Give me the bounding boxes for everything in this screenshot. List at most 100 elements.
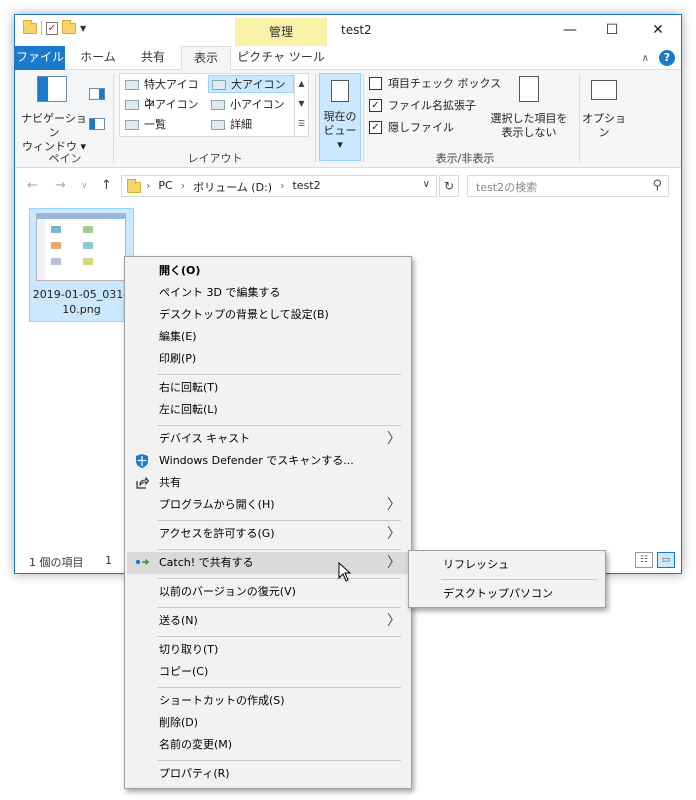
tab-home[interactable]: ホーム: [71, 46, 125, 70]
layout-small-icons[interactable]: 小アイコン: [208, 96, 294, 114]
up-arrow-icon[interactable]: ↑: [101, 178, 112, 193]
menu-item-send-to[interactable]: 送る(N) 〉: [127, 610, 409, 632]
search-placeholder: test2の検索: [476, 181, 538, 194]
layout-medium-icons[interactable]: 中アイコン: [122, 96, 208, 114]
back-arrow-icon[interactable]: ←: [27, 178, 38, 193]
address-row: ← → ∨ ↑ › PC › ボリューム (D:) › test2 ∨ ↻ te…: [15, 168, 681, 206]
image-thumbnail: [36, 213, 126, 281]
close-button[interactable]: ✕: [635, 15, 681, 46]
menu-item-share[interactable]: 共有: [127, 472, 409, 494]
group-separator: [315, 74, 316, 162]
minimize-button[interactable]: —: [547, 15, 593, 46]
address-bar[interactable]: › PC › ボリューム (D:) › test2 ∨: [121, 175, 437, 197]
windows-defender-icon: [135, 454, 149, 468]
menu-item-properties[interactable]: プロパティ(R): [127, 763, 409, 785]
menu-separator: [157, 520, 401, 521]
menu-separator: [157, 374, 401, 375]
menu-separator: [441, 579, 597, 580]
submenu-item-desktop-pc[interactable]: デスクトップパソコン: [411, 583, 603, 605]
menu-separator: [157, 578, 401, 579]
tab-file[interactable]: ファイル: [15, 46, 65, 70]
navigation-pane-button[interactable]: ナビゲーション ウィンドウ ▾: [19, 112, 89, 154]
layout-list[interactable]: 一覧: [122, 116, 208, 134]
current-view-button[interactable]: 現在の ビュー ▾: [319, 73, 361, 161]
folder-icon: [23, 19, 37, 34]
context-tab-manage[interactable]: 管理: [235, 18, 327, 46]
item-checkboxes-toggle[interactable]: 項目チェック ボックス: [369, 74, 501, 92]
menu-item-open[interactable]: 開く(O): [127, 260, 409, 282]
menu-item-rename[interactable]: 名前の変更(M): [127, 734, 409, 756]
forward-arrow-icon[interactable]: →: [55, 178, 66, 193]
options-button[interactable]: オプション: [581, 112, 627, 140]
file-name: 2019-01-05_0314 10.png: [32, 288, 131, 316]
search-icon: ⚲: [652, 178, 662, 193]
address-dropdown-icon[interactable]: ∨: [423, 179, 430, 190]
customize-qat-icon[interactable]: ▼: [80, 24, 86, 33]
layout-gallery-scroll[interactable]: ▲ ▼ ☰: [294, 74, 308, 136]
catch-share-icon: [135, 555, 150, 569]
catch-share-submenu: リフレッシュ デスクトップパソコン: [408, 550, 606, 608]
menu-item-print[interactable]: 印刷(P): [127, 348, 409, 370]
mouse-cursor-icon: [338, 561, 352, 585]
refresh-button[interactable]: ↻: [439, 175, 459, 197]
group-separator: [113, 74, 114, 162]
menu-item-set-background[interactable]: デスクトップの背景として設定(B): [127, 304, 409, 326]
details-view-button[interactable]: ☷: [635, 552, 653, 568]
submenu-item-refresh[interactable]: リフレッシュ: [411, 554, 603, 576]
menu-item-catch-share[interactable]: Catch! で共有する 〉: [127, 552, 409, 574]
tab-share[interactable]: 共有: [129, 46, 177, 70]
layout-extra-large-icons[interactable]: 特大アイコン: [122, 76, 208, 109]
context-menu: 開く(O) ペイント 3D で編集する デスクトップの背景として設定(B) 編集…: [124, 256, 412, 789]
menu-separator: [157, 549, 401, 550]
folder-icon: [127, 179, 141, 193]
ribbon-tabs: ファイル ホーム 共有 表示 ピクチャ ツール ∧ ?: [15, 46, 681, 71]
layout-large-icons[interactable]: 大アイコン: [208, 75, 294, 93]
menu-item-create-shortcut[interactable]: ショートカットの作成(S): [127, 690, 409, 712]
menu-item-cast-to-device[interactable]: デバイス キャスト〉: [127, 428, 409, 450]
hidden-items-toggle[interactable]: ✓ 隠しファイル: [369, 118, 454, 136]
search-input[interactable]: test2の検索 ⚲: [467, 175, 669, 197]
large-icons-icon: [212, 80, 226, 90]
preview-pane-icon[interactable]: [89, 88, 105, 100]
checkbox-checked[interactable]: ✓: [369, 120, 382, 134]
current-view-label: 現在の ビュー ▾: [323, 110, 357, 151]
maximize-button[interactable]: ☐: [589, 15, 635, 46]
hide-selected-button[interactable]: 選択した項目を 表示しない: [485, 112, 573, 140]
details-pane-icon[interactable]: [89, 118, 105, 130]
navigation-pane-icon: [37, 76, 67, 102]
breadcrumb-pc[interactable]: PC: [158, 179, 172, 195]
menu-separator: [157, 760, 401, 761]
file-item[interactable]: 2019-01-05_0314 10.png: [29, 208, 134, 322]
menu-item-copy[interactable]: コピー(C): [127, 661, 409, 683]
tab-view[interactable]: 表示: [181, 46, 231, 71]
checkbox[interactable]: [369, 76, 382, 90]
menu-item-delete[interactable]: 削除(D): [127, 712, 409, 734]
recent-locations-icon[interactable]: ∨: [81, 181, 88, 191]
file-extensions-toggle[interactable]: ✓ ファイル名拡張子: [369, 96, 476, 114]
tab-picture-tools[interactable]: ピクチャ ツール: [235, 46, 327, 70]
layout-details[interactable]: 詳細: [208, 116, 294, 134]
breadcrumb-test2[interactable]: test2: [292, 179, 320, 195]
new-folder-icon[interactable]: [62, 19, 76, 34]
menu-item-open-with[interactable]: プログラムから開く(H) 〉: [127, 494, 409, 516]
menu-item-rotate-left[interactable]: 左に回転(L): [127, 399, 409, 421]
help-icon[interactable]: ?: [659, 50, 675, 66]
checkbox-checked[interactable]: ✓: [369, 98, 382, 112]
properties-icon[interactable]: ✓: [46, 21, 58, 35]
ribbon: ナビゲーション ウィンドウ ▾ ペイン 特大アイコン 大アイコン 中アイコン 小…: [15, 70, 681, 168]
large-icons-view-button[interactable]: ▭: [657, 552, 675, 568]
menu-item-give-access[interactable]: アクセスを許可する(G) 〉: [127, 523, 409, 545]
options-icon: [591, 80, 617, 100]
menu-item-restore-previous[interactable]: 以前のバージョンの復元(V): [127, 581, 409, 603]
breadcrumb-volume[interactable]: ボリューム (D:): [193, 179, 272, 195]
checkbox-label: 項目チェック ボックス: [388, 77, 502, 90]
menu-item-defender-scan[interactable]: Windows Defender でスキャンする...: [127, 450, 409, 472]
menu-item-edit-paint3d[interactable]: ペイント 3D で編集する: [127, 282, 409, 304]
menu-item-cut[interactable]: 切り取り(T): [127, 639, 409, 661]
title-bar: ✓ ▼ 管理 test2 — ☐ ✕: [15, 15, 681, 46]
window-title: test2: [341, 23, 372, 37]
menu-item-rotate-right[interactable]: 右に回転(T): [127, 377, 409, 399]
collapse-ribbon-icon[interactable]: ∧: [642, 53, 649, 64]
extra-large-icons-icon: [125, 80, 139, 90]
menu-item-edit[interactable]: 編集(E): [127, 326, 409, 348]
